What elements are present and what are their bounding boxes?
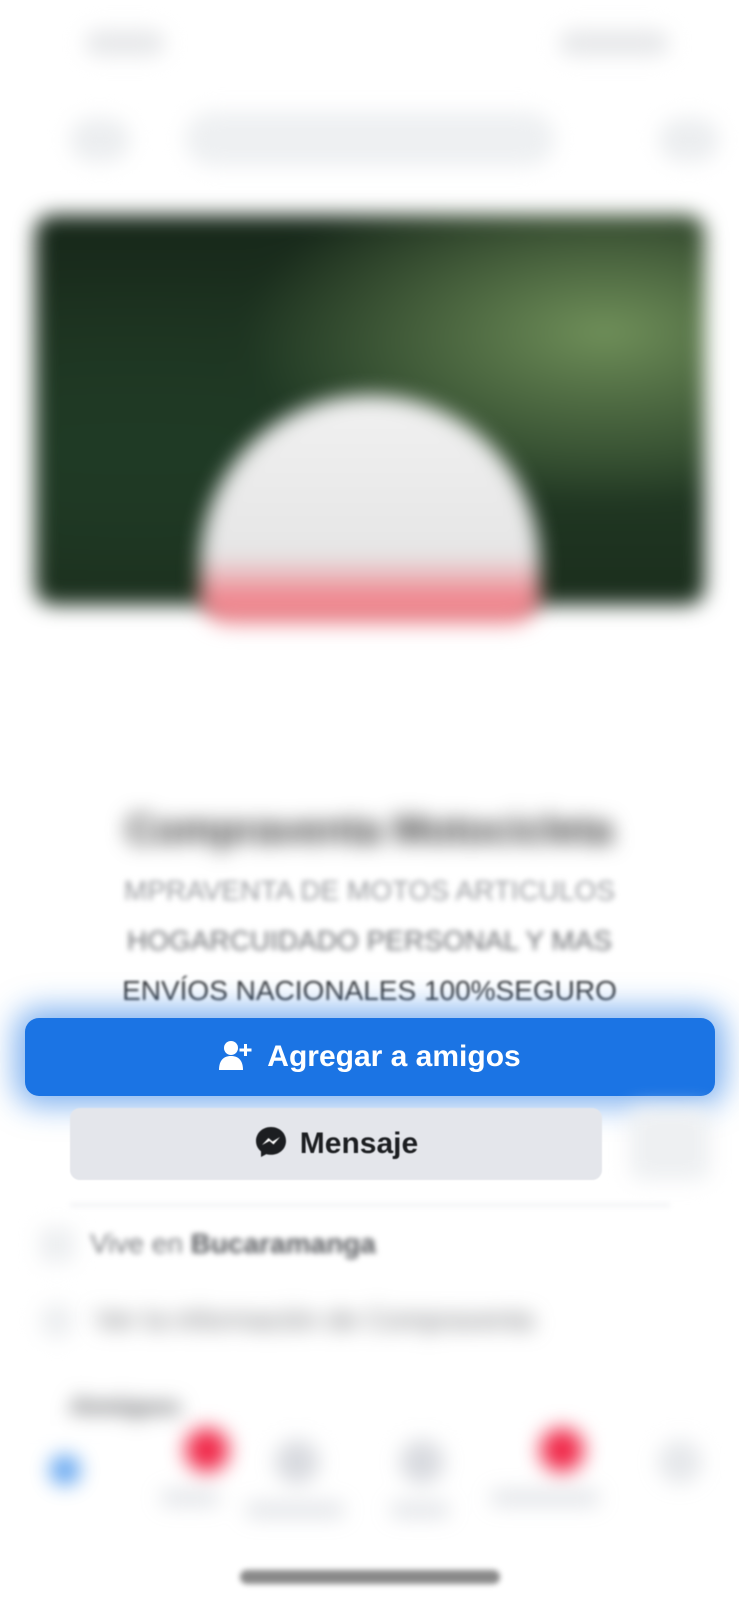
tab-notifications-label [490, 1490, 600, 1506]
friends-tab-badge[interactable] [185, 1428, 229, 1472]
home-indicator [240, 1570, 500, 1584]
ellipsis-icon [40, 1304, 74, 1338]
message-button[interactable]: Mensaje [70, 1108, 602, 1180]
add-person-icon [219, 1040, 253, 1075]
tab-friends[interactable] [160, 1490, 220, 1520]
tab-marketplace-label [390, 1502, 450, 1518]
lives-in-city[interactable]: Bucaramanga [191, 1228, 376, 1259]
watch-tab-icon [275, 1440, 319, 1484]
messenger-icon [254, 1125, 288, 1164]
tab-friends-label [160, 1490, 220, 1506]
bio-line-1: MPRAVENTA DE MOTOS ARTICULOS [123, 875, 616, 906]
tab-watch-label [245, 1502, 345, 1518]
marketplace-tab-icon [400, 1440, 444, 1484]
bio-line-2: HOGARCUIDADO PERSONAL Y MAS [127, 925, 612, 956]
tab-watch[interactable] [245, 1440, 345, 1540]
add-friend-button[interactable]: Agregar a amigos [25, 1018, 715, 1096]
tab-marketplace[interactable] [380, 1440, 480, 1540]
divider [70, 1204, 670, 1206]
message-label: Mensaje [299, 1127, 419, 1160]
search-icon[interactable] [659, 118, 719, 162]
add-friend-label: Agregar a amigos [267, 1040, 521, 1073]
lives-in-text: Vive en Bucaramanga [90, 1228, 376, 1260]
search-bar[interactable] [185, 112, 555, 166]
home-tab-icon[interactable] [50, 1455, 80, 1485]
status-bar [0, 0, 739, 95]
more-options-button[interactable] [630, 1108, 710, 1180]
bio-line-3: ENVÍOS NACIONALES 100%SEGURO [122, 975, 617, 1006]
lives-in-prefix: Vive en [90, 1228, 183, 1259]
status-time [85, 30, 165, 56]
more-info-link[interactable]: Ver la información de Compraventa [95, 1304, 534, 1336]
notifications-tab-badge[interactable] [540, 1428, 584, 1472]
status-icons [559, 30, 669, 56]
tab-notifications[interactable] [490, 1490, 600, 1520]
back-arrow-icon[interactable] [70, 118, 130, 162]
home-icon [40, 1228, 74, 1262]
tab-menu[interactable] [640, 1440, 720, 1540]
menu-tab-icon [658, 1440, 702, 1484]
profile-name: Compraventa Motocicleta [126, 808, 613, 852]
